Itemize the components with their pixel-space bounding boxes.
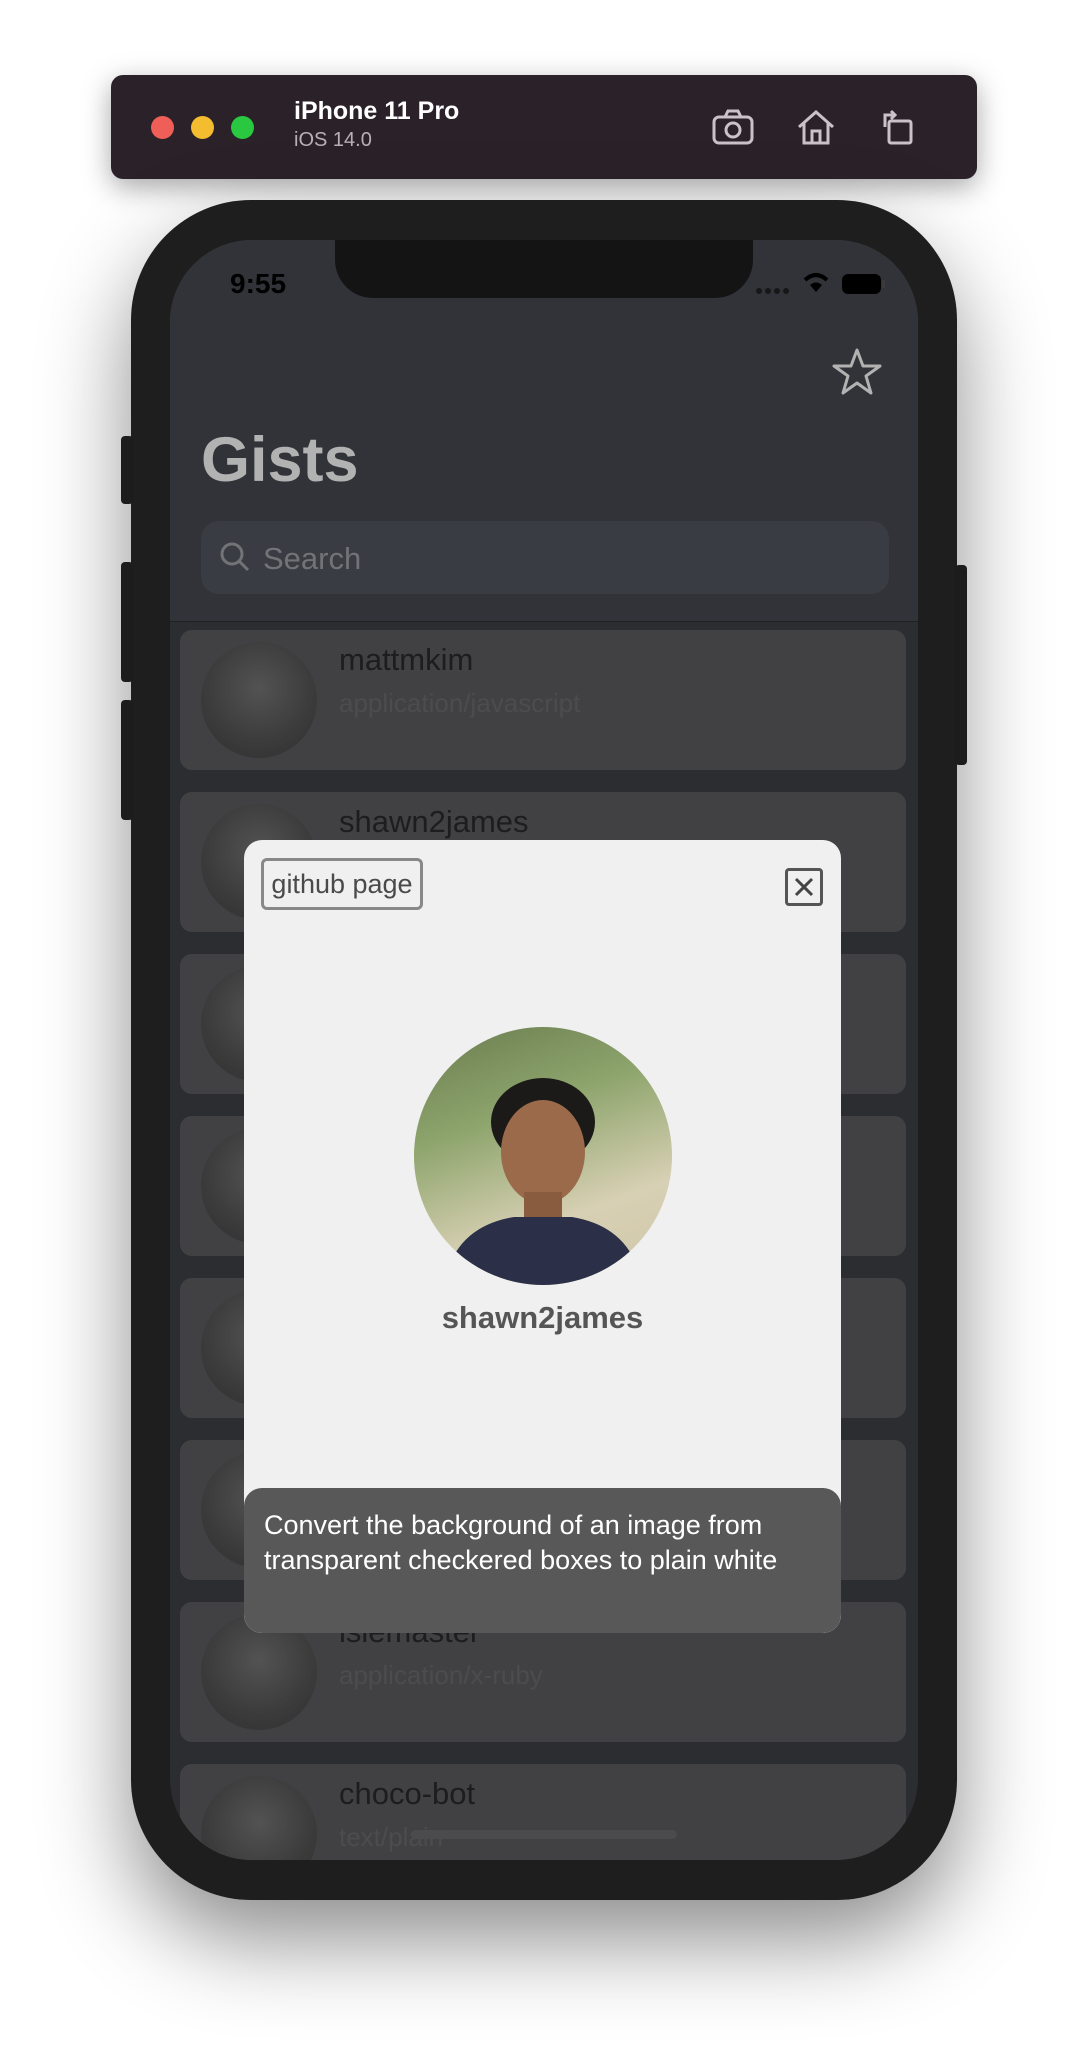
home-indicator[interactable] bbox=[411, 1830, 677, 1839]
volume-down-button bbox=[121, 700, 133, 820]
user-photo bbox=[444, 1078, 642, 1285]
phone-screen: Gists 9:55 mattmkim application/javascri… bbox=[170, 240, 918, 1860]
home-icon[interactable] bbox=[794, 107, 838, 147]
device-name: iPhone 11 Pro bbox=[294, 97, 460, 125]
user-modal: github page shawn2james Convert the back… bbox=[244, 840, 841, 1633]
close-button[interactable] bbox=[785, 868, 823, 906]
description-tooltip: Convert the background of an image from … bbox=[244, 1488, 841, 1633]
rotate-icon[interactable] bbox=[877, 107, 921, 147]
user-avatar bbox=[414, 1027, 672, 1285]
gist-description: Convert the background of an image from … bbox=[264, 1510, 778, 1575]
volume-up-button bbox=[121, 562, 133, 682]
close-icon bbox=[794, 877, 814, 897]
os-version: iOS 14.0 bbox=[294, 129, 372, 151]
simulator-toolbar: iPhone 11 Pro iOS 14.0 bbox=[111, 75, 977, 179]
minimize-window-button[interactable] bbox=[191, 116, 214, 139]
modal-username: shawn2james bbox=[441, 1300, 644, 1335]
power-button bbox=[955, 565, 967, 765]
screenshot-icon[interactable] bbox=[711, 107, 755, 147]
mute-switch bbox=[121, 436, 133, 504]
zoom-window-button[interactable] bbox=[231, 116, 254, 139]
close-window-button[interactable] bbox=[151, 116, 174, 139]
github-page-button[interactable]: github page bbox=[261, 858, 423, 910]
